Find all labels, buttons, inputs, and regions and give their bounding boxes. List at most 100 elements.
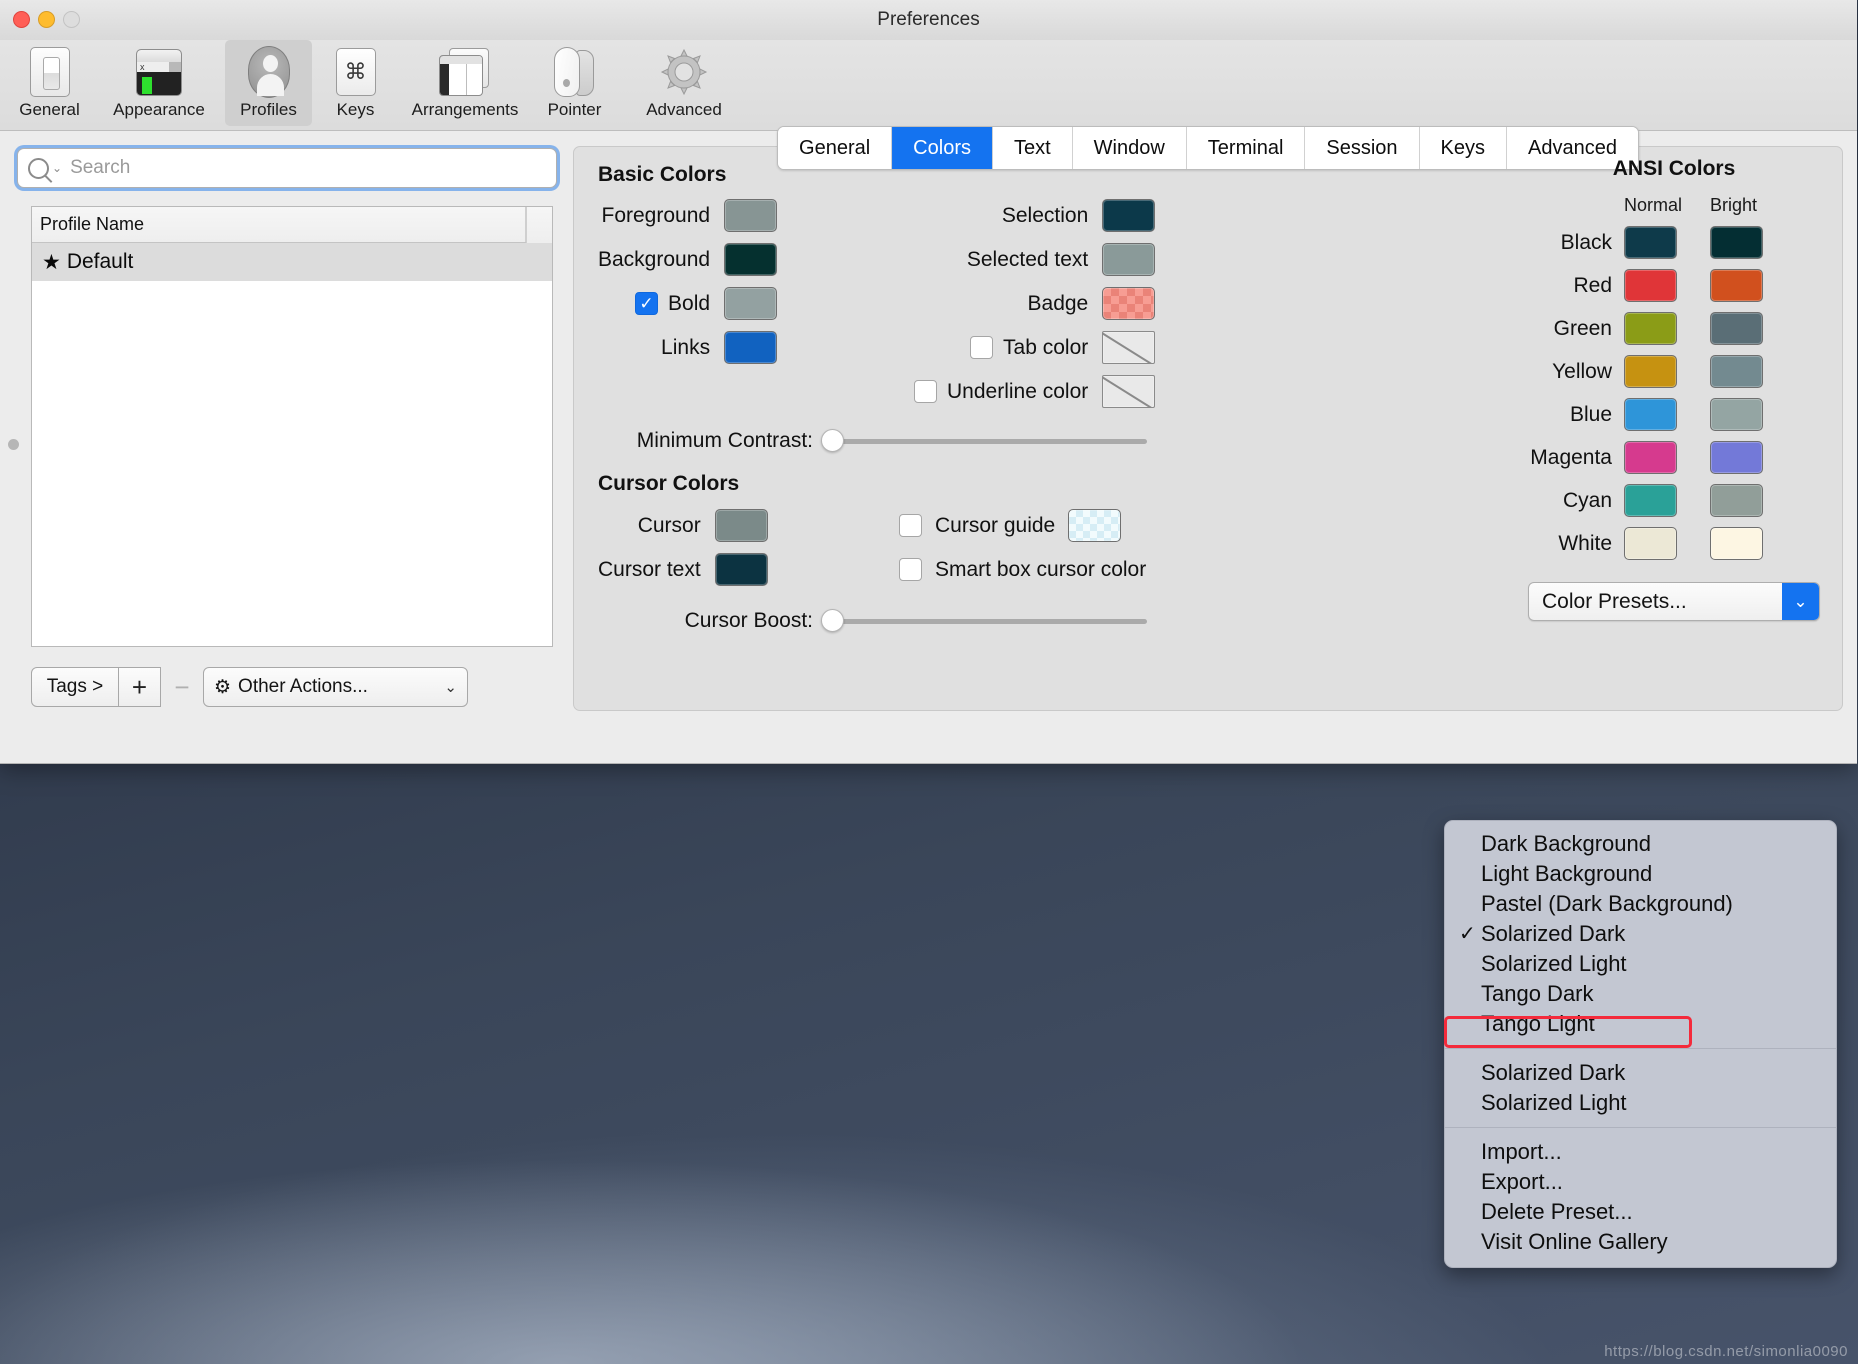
underline-color-checkbox[interactable] xyxy=(914,380,937,403)
menu-item-export[interactable]: Export... xyxy=(1445,1167,1836,1197)
ansi-header-normal: Normal xyxy=(1624,195,1683,215)
ansi-colors-panel: ANSI Colors Normal Bright Black Red Gree… xyxy=(1528,157,1820,621)
menu-item-solarized-light[interactable]: Solarized Light xyxy=(1445,949,1836,979)
menu-item-import[interactable]: Import... xyxy=(1445,1137,1836,1167)
swatch-links[interactable] xyxy=(724,331,778,364)
ansi-label-black: Black xyxy=(1560,230,1612,254)
ansi-swatch-yellow-normal[interactable] xyxy=(1624,355,1677,388)
ansi-row-red: Red xyxy=(1528,269,1820,302)
ansi-swatch-black-normal[interactable] xyxy=(1624,226,1677,259)
ansi-swatch-white-normal[interactable] xyxy=(1624,527,1677,560)
slider-track xyxy=(832,618,1147,624)
menu-item-delete-preset[interactable]: Delete Preset... xyxy=(1445,1197,1836,1227)
zoom-button[interactable] xyxy=(63,11,80,28)
slider-knob[interactable] xyxy=(821,609,844,632)
tab-general[interactable]: General xyxy=(778,127,893,169)
profiles-sidebar: ⌄ Profile Name ★ Default Tags > + − xyxy=(8,143,559,763)
table-row[interactable]: ★ Default xyxy=(32,243,552,281)
ansi-swatch-black-bright[interactable] xyxy=(1710,226,1763,259)
swatch-selected-text[interactable] xyxy=(1102,243,1156,276)
ansi-swatch-cyan-normal[interactable] xyxy=(1624,484,1677,517)
colors-panel: General Colors Text Window Terminal Sess… xyxy=(573,126,1843,711)
cursor-guide-checkbox[interactable] xyxy=(899,514,922,537)
ansi-swatch-green-bright[interactable] xyxy=(1710,312,1763,345)
ansi-swatch-magenta-bright[interactable] xyxy=(1710,441,1763,474)
toolbar-item-arrangements[interactable]: Arrangements xyxy=(399,40,531,120)
minimum-contrast-slider[interactable] xyxy=(821,428,1151,454)
swatch-bold[interactable] xyxy=(724,287,778,320)
bold-checkbox[interactable]: ✓ xyxy=(635,292,659,315)
menu-item-custom-solarized-dark[interactable]: Solarized Dark xyxy=(1445,1058,1836,1088)
swatch-selection[interactable] xyxy=(1102,199,1156,232)
ansi-swatch-cyan-bright[interactable] xyxy=(1710,484,1763,517)
ansi-label-white: White xyxy=(1558,531,1612,555)
cursor-colors-left-column: Cursor Cursor text xyxy=(598,509,768,586)
other-actions-label: Other Actions... xyxy=(238,676,368,697)
swatch-badge[interactable] xyxy=(1102,287,1156,320)
swatch-cursor-guide[interactable] xyxy=(1068,509,1122,542)
ansi-swatch-red-normal[interactable] xyxy=(1624,269,1677,302)
menu-item-tango-light[interactable]: Tango Light xyxy=(1445,1009,1836,1039)
tab-session[interactable]: Session xyxy=(1305,127,1420,169)
menu-item-visit-online-gallery[interactable]: Visit Online Gallery xyxy=(1445,1227,1836,1257)
ansi-swatch-magenta-normal[interactable] xyxy=(1624,441,1677,474)
menu-item-light-background[interactable]: Light Background xyxy=(1445,859,1836,889)
tab-keys[interactable]: Keys xyxy=(1419,127,1508,169)
ansi-colors-heading: ANSI Colors xyxy=(1612,157,1736,180)
menu-label: Delete Preset... xyxy=(1481,1199,1633,1224)
ansi-swatch-blue-bright[interactable] xyxy=(1710,398,1763,431)
toolbar-item-keys[interactable]: ⌘ Keys xyxy=(312,40,399,120)
label-cursor-boost: Cursor Boost: xyxy=(684,609,813,632)
swatch-underline-color[interactable] xyxy=(1102,375,1156,408)
menu-item-custom-solarized-light[interactable]: Solarized Light xyxy=(1445,1088,1836,1118)
slider-knob[interactable] xyxy=(821,429,844,452)
swatch-cursor[interactable] xyxy=(714,509,768,542)
ansi-swatch-red-bright[interactable] xyxy=(1710,269,1763,302)
basic-colors-right-column: Selection Selected text Badge Tab color … xyxy=(914,199,1156,408)
toolbar-item-appearance[interactable]: x Appearance xyxy=(93,40,225,120)
tab-text[interactable]: Text xyxy=(992,127,1073,169)
ansi-row-magenta: Magenta xyxy=(1528,441,1820,474)
checkmark-icon: ✓ xyxy=(1459,923,1476,945)
search-dropdown-caret-icon[interactable]: ⌄ xyxy=(52,161,62,175)
label-background: Background xyxy=(598,247,711,271)
menu-item-tango-dark[interactable]: Tango Dark xyxy=(1445,979,1836,1009)
smart-box-cursor-checkbox[interactable] xyxy=(899,558,922,581)
label-cursor-text: Cursor text xyxy=(598,557,701,581)
tab-terminal[interactable]: Terminal xyxy=(1186,127,1306,169)
tab-colors[interactable]: Colors xyxy=(892,127,993,169)
minimize-button[interactable] xyxy=(38,11,55,28)
toolbar-item-general[interactable]: General xyxy=(6,40,93,120)
ansi-swatch-green-normal[interactable] xyxy=(1624,312,1677,345)
tab-window[interactable]: Window xyxy=(1072,127,1187,169)
label-smart-box-cursor: Smart box cursor color xyxy=(935,557,1147,581)
search-field[interactable]: ⌄ xyxy=(17,148,557,188)
menu-item-solarized-dark[interactable]: ✓ Solarized Dark xyxy=(1445,919,1836,949)
window-title: Preferences xyxy=(877,9,980,30)
cursor-boost-slider[interactable] xyxy=(821,608,1151,634)
menu-item-pastel-dark-background[interactable]: Pastel (Dark Background) xyxy=(1445,889,1836,919)
menu-label: Solarized Light xyxy=(1481,951,1627,976)
swatch-cursor-text[interactable] xyxy=(714,553,768,586)
advanced-gear-icon xyxy=(618,46,750,98)
color-presets-button[interactable]: Color Presets... ⌄ xyxy=(1528,582,1820,621)
tags-button[interactable]: Tags > xyxy=(31,667,119,707)
split-view-handle[interactable] xyxy=(8,439,19,450)
swatch-tab-color[interactable] xyxy=(1102,331,1156,364)
label-cursor: Cursor xyxy=(637,513,701,537)
toolbar-item-pointer[interactable]: Pointer xyxy=(531,40,618,120)
toolbar-item-advanced[interactable]: Advanced xyxy=(618,40,750,120)
menu-item-dark-background[interactable]: Dark Background xyxy=(1445,829,1836,859)
ansi-swatch-yellow-bright[interactable] xyxy=(1710,355,1763,388)
remove-profile-button[interactable]: − xyxy=(161,667,203,707)
add-profile-button[interactable]: + xyxy=(119,667,161,707)
ansi-swatch-blue-normal[interactable] xyxy=(1624,398,1677,431)
other-actions-button[interactable]: ⚙ Other Actions... ⌄ xyxy=(203,667,468,707)
tab-color-checkbox[interactable] xyxy=(970,336,994,359)
swatch-foreground[interactable] xyxy=(724,199,778,232)
toolbar-item-profiles[interactable]: Profiles xyxy=(225,40,312,126)
close-button[interactable] xyxy=(13,11,30,28)
ansi-swatch-white-bright[interactable] xyxy=(1710,527,1763,560)
search-input[interactable] xyxy=(70,157,546,179)
swatch-background[interactable] xyxy=(724,243,778,276)
